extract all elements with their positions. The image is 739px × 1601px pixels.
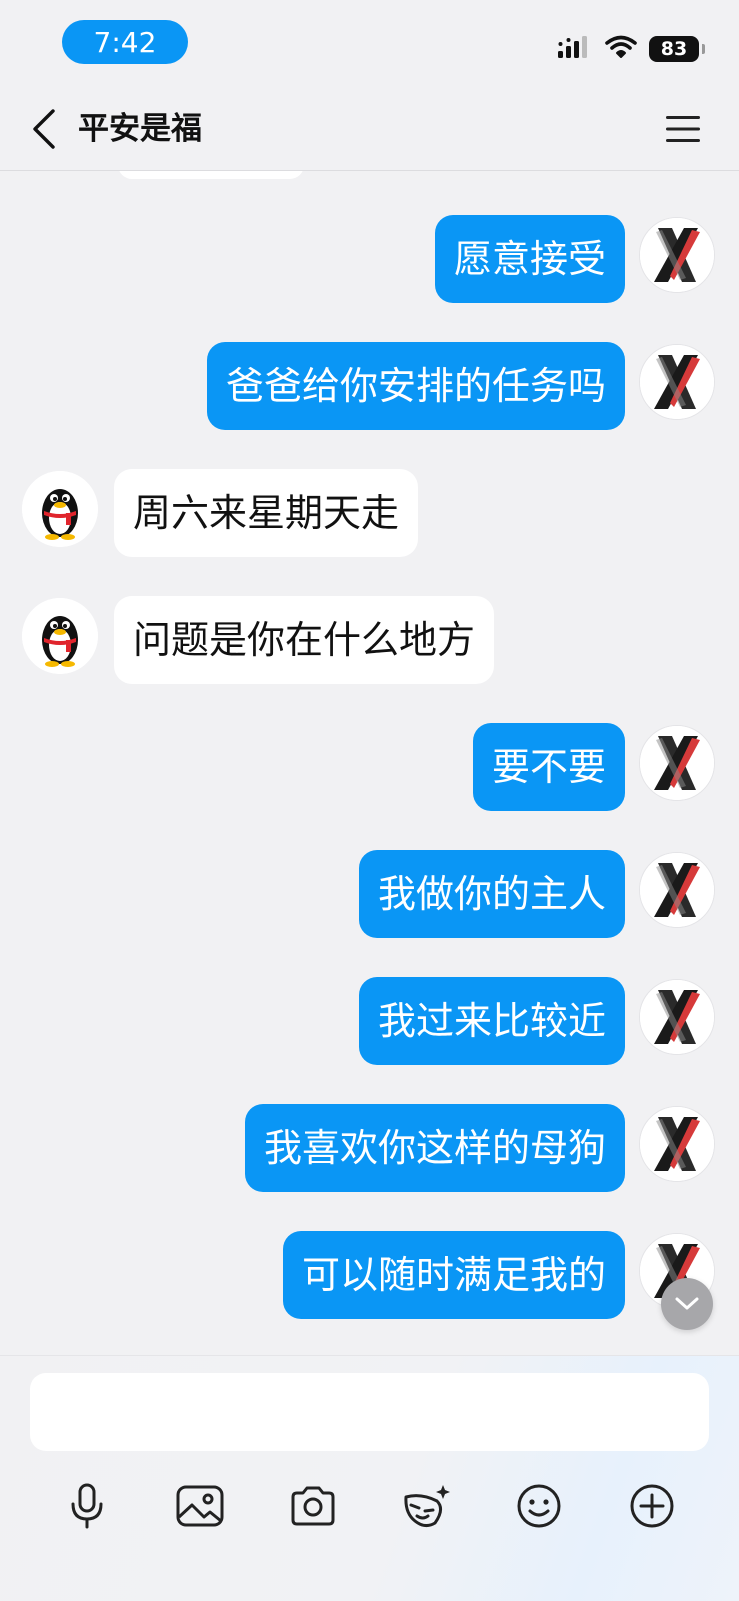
signal-icon	[557, 35, 593, 63]
message-row: 可以随时满足我的	[0, 1231, 739, 1321]
image-icon	[176, 1485, 224, 1527]
wifi-icon	[605, 35, 637, 63]
message-row: 爸爸给你安排的任务吗	[0, 342, 739, 432]
message-row: 我做你的主人	[0, 850, 739, 940]
contact-avatar[interactable]	[22, 598, 98, 674]
message-list[interactable]: 愿意接受 爸爸给你安排的任务吗 周六来星期天走 问题是你在什么地方 要不要 我做…	[0, 171, 739, 1355]
message-row: 我喜欢你这样的母狗	[0, 1104, 739, 1194]
message-row: 我过来比较近	[0, 977, 739, 1067]
my-avatar[interactable]	[639, 217, 715, 293]
photo-album-button[interactable]	[168, 1474, 232, 1538]
penguin-icon	[22, 598, 98, 674]
emoji-button[interactable]	[507, 1474, 571, 1538]
more-button[interactable]	[620, 1474, 684, 1538]
outgoing-message-bubble[interactable]: 我做你的主人	[358, 850, 625, 938]
incoming-message-bubble[interactable]: 问题是你在什么地方	[114, 596, 495, 684]
message-row: 周六来星期天走	[0, 469, 739, 559]
outgoing-message-bubble[interactable]: 我喜欢你这样的母狗	[244, 1104, 625, 1192]
chevron-left-icon	[33, 109, 55, 149]
microphone-icon	[71, 1483, 103, 1529]
composer-toolbar	[0, 1466, 739, 1546]
outgoing-message-bubble[interactable]: 要不要	[472, 723, 625, 811]
penguin-icon	[22, 471, 98, 547]
message-input[interactable]	[30, 1373, 709, 1451]
nav-bar: 平安是福	[0, 88, 739, 171]
my-avatar[interactable]	[639, 852, 715, 928]
contact-avatar[interactable]	[22, 471, 98, 547]
my-avatar[interactable]	[639, 1106, 715, 1182]
outgoing-message-bubble[interactable]: 爸爸给你安排的任务吗	[206, 342, 625, 430]
battery-icon: 83	[649, 36, 705, 62]
status-time: 7:42	[62, 20, 188, 64]
chevron-down-icon	[675, 1297, 699, 1310]
message-row: 要不要	[0, 723, 739, 813]
message-row: 问题是你在什么地方	[0, 596, 739, 686]
composer	[0, 1355, 739, 1601]
incoming-message-bubble[interactable]: 周六来星期天走	[114, 469, 419, 557]
outgoing-message-bubble[interactable]: 愿意接受	[434, 215, 625, 303]
menu-button[interactable]	[663, 108, 703, 150]
plus-icon	[630, 1484, 674, 1528]
voice-button[interactable]	[55, 1474, 119, 1538]
hamburger-menu-icon	[666, 116, 700, 142]
camera-icon	[291, 1486, 335, 1526]
outgoing-message-bubble[interactable]: 可以随时满足我的	[282, 1231, 625, 1319]
previous-message-bubble	[118, 171, 304, 179]
status-bar: 7:42 83	[0, 0, 739, 88]
battery-level: 83	[660, 38, 688, 60]
my-avatar[interactable]	[639, 725, 715, 801]
outgoing-message-bubble[interactable]: 我过来比较近	[358, 977, 625, 1065]
sticker-icon	[404, 1485, 450, 1528]
my-avatar[interactable]	[639, 979, 715, 1055]
status-icons: 83	[557, 32, 705, 66]
sticker-button[interactable]	[394, 1474, 458, 1538]
back-button[interactable]	[24, 104, 64, 154]
emoji-icon	[517, 1484, 561, 1528]
my-avatar[interactable]	[639, 344, 715, 420]
chat-title: 平安是福	[78, 111, 202, 147]
scroll-to-bottom-button[interactable]	[661, 1278, 713, 1330]
camera-button[interactable]	[281, 1474, 345, 1538]
message-row: 愿意接受	[0, 215, 739, 305]
